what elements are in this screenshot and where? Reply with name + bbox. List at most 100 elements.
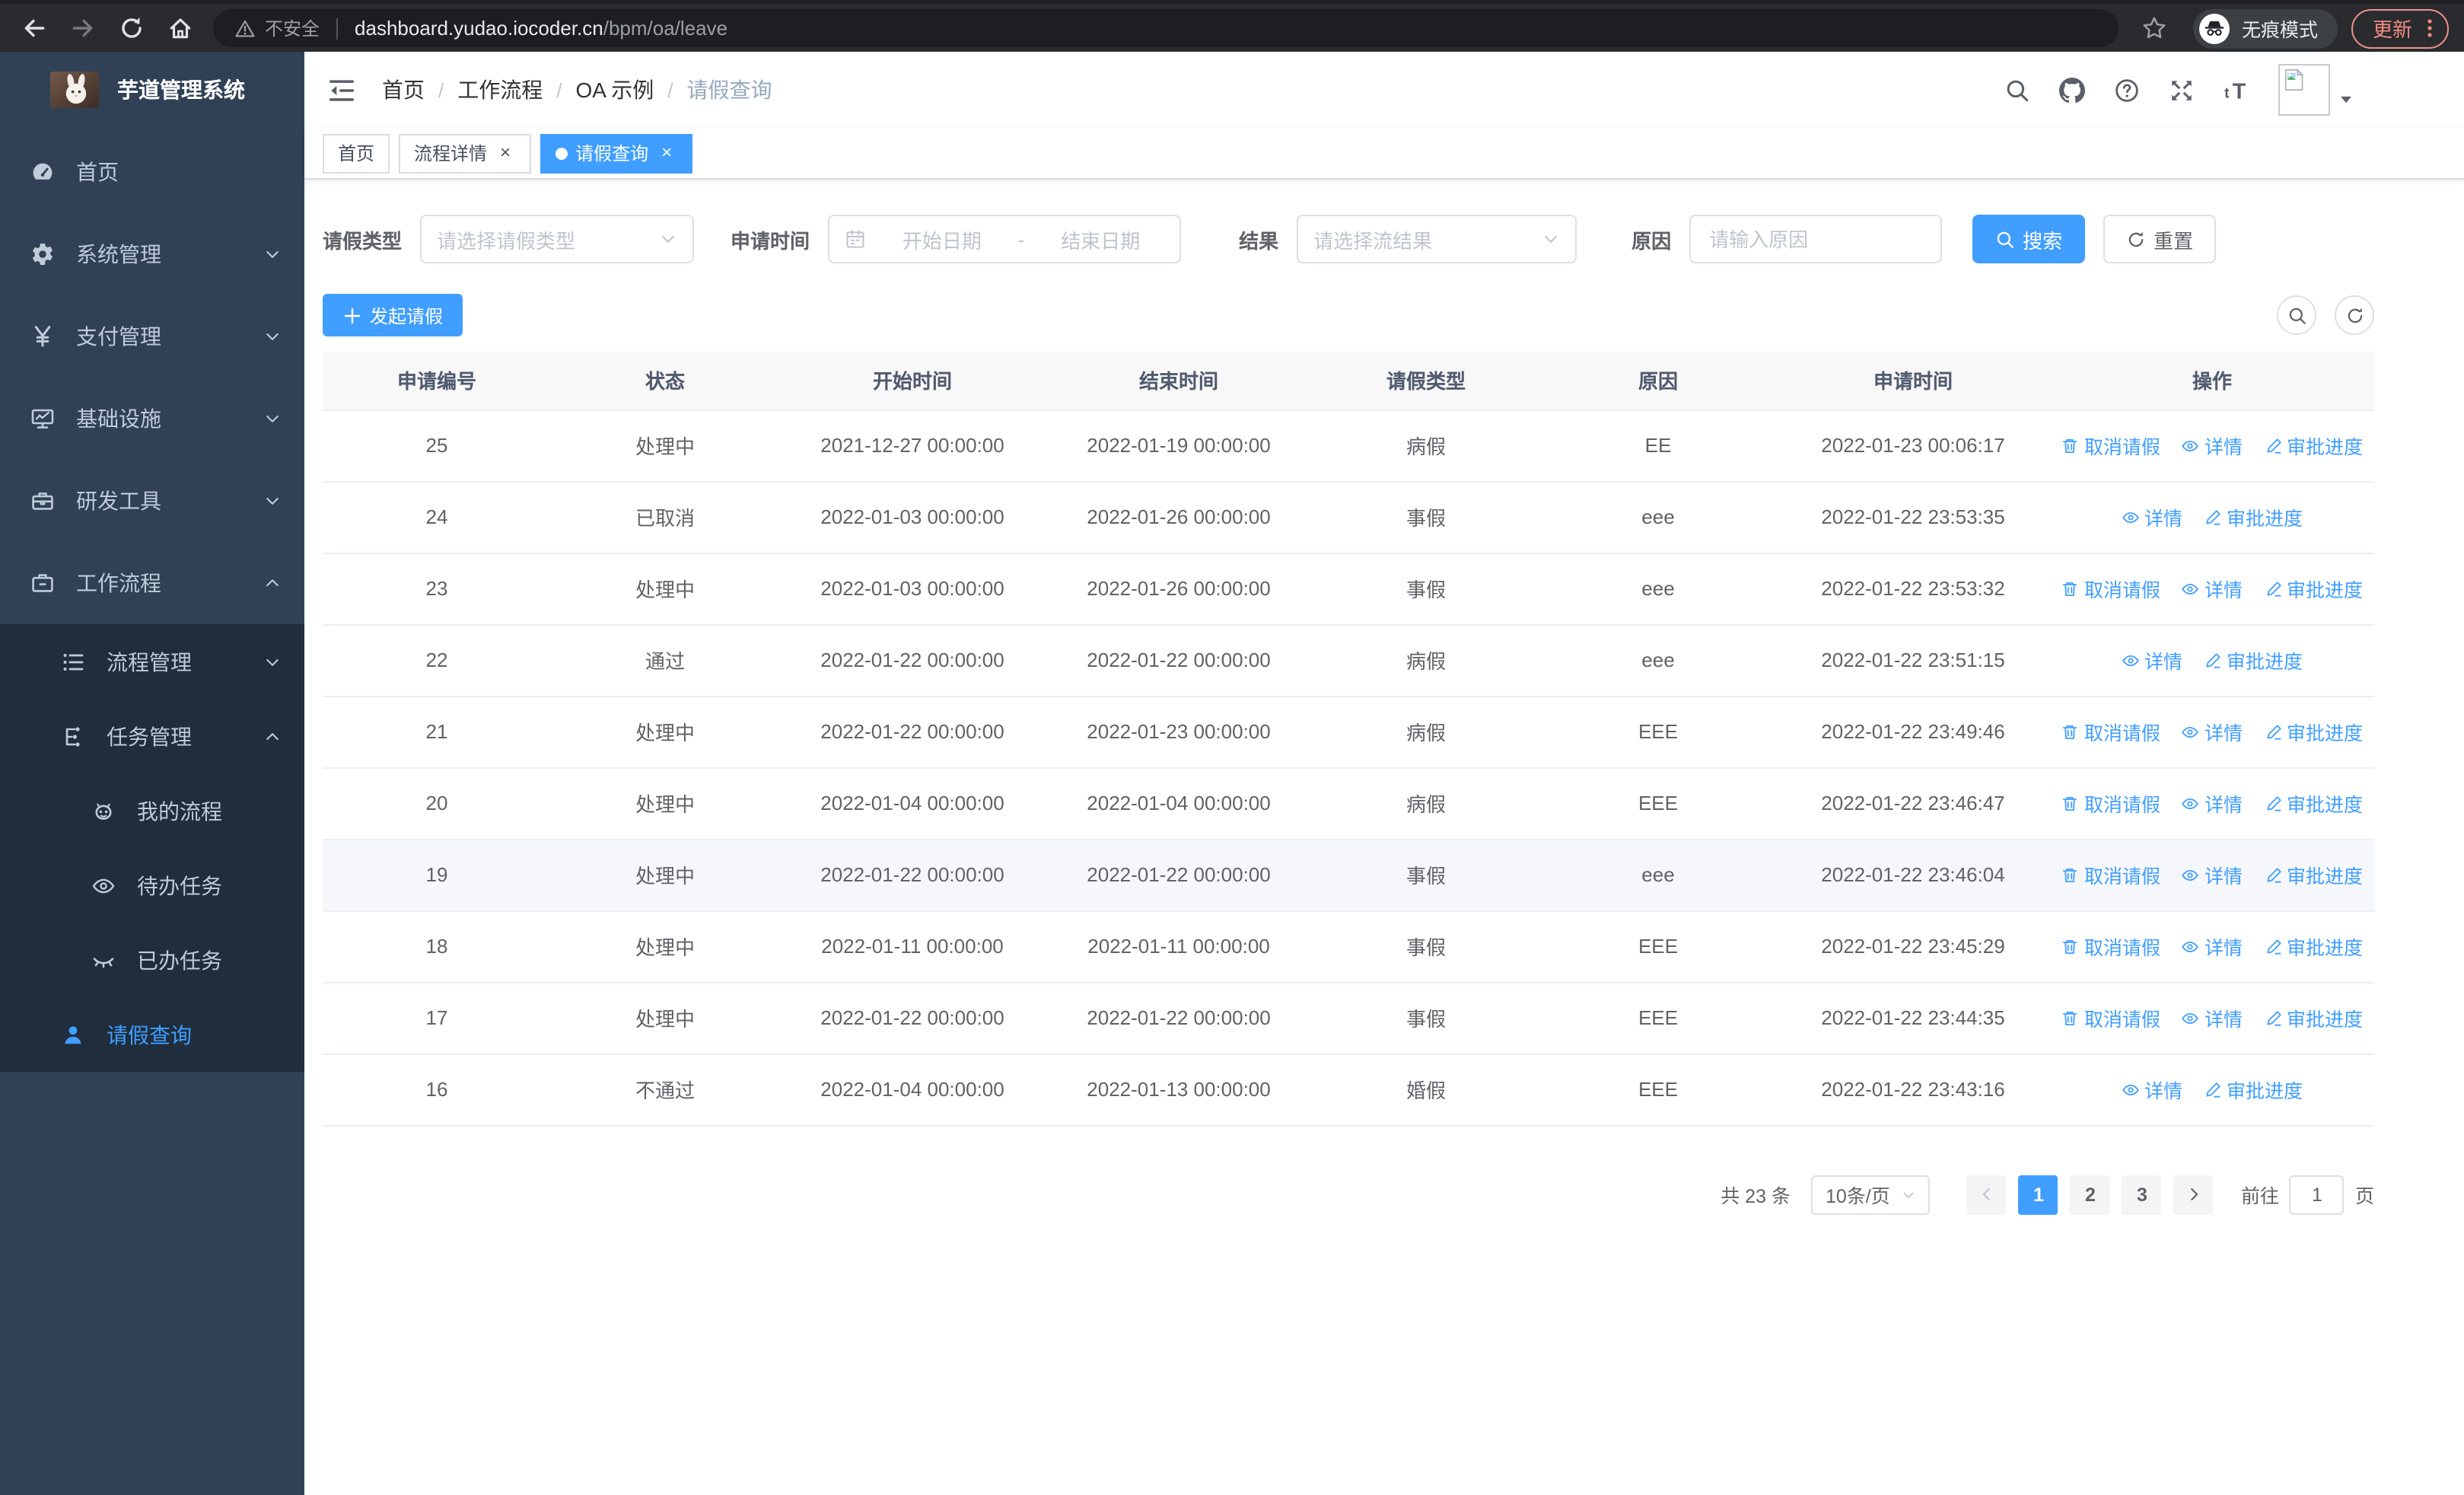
tab-请假查询[interactable]: 请假查询 × — [540, 133, 693, 173]
sidebar-item-工作流程[interactable]: 工作流程 — [0, 542, 304, 624]
create-leave-button[interactable]: 发起请假 — [323, 294, 463, 336]
browser-menu-dots-icon[interactable] — [2418, 17, 2441, 40]
cancel-action-link[interactable]: 取消请假 — [2061, 860, 2160, 889]
cell-end: 2022-01-22 00:00:00 — [1046, 839, 1312, 911]
tab-close-icon[interactable]: × — [656, 142, 677, 164]
header-search-icon[interactable] — [2004, 77, 2030, 103]
leave-type-select[interactable]: 请选择请假类型 — [420, 215, 695, 263]
sidebar-item-支付管理[interactable]: 支付管理 — [0, 295, 304, 378]
detail-action-link[interactable]: 详情 — [2182, 860, 2243, 889]
reason-input[interactable] — [1689, 215, 1943, 263]
next-page-button[interactable] — [2173, 1175, 2214, 1214]
detail-action-link[interactable]: 详情 — [2182, 789, 2243, 818]
search-button[interactable]: 搜索 — [1972, 215, 2086, 263]
home-icon — [167, 15, 193, 41]
help-icon[interactable] — [2114, 77, 2140, 103]
page-size-value: 10条/页 — [1825, 1186, 1890, 1207]
filter-form: 请假类型 请选择请假类型 申请时间 开始日期 - 结束日期 结果 请选择流结果 — [323, 215, 2374, 263]
tab-close-icon[interactable]: × — [495, 142, 516, 164]
sidebar-item-已办任务[interactable]: 已办任务 — [0, 923, 304, 997]
action-label: 取消请假 — [2084, 938, 2160, 959]
github-icon[interactable] — [2059, 77, 2085, 103]
progress-action-link[interactable]: 审批进度 — [2264, 431, 2363, 460]
action-label: 取消请假 — [2084, 437, 2160, 458]
detail-action-link[interactable]: 详情 — [2182, 717, 2243, 746]
progress-action-link[interactable]: 审批进度 — [2264, 932, 2363, 961]
detail-action-link[interactable]: 详情 — [2182, 574, 2243, 603]
breadcrumb-item[interactable]: 工作流程 — [457, 75, 543, 105]
progress-action-link[interactable]: 审批进度 — [2264, 1003, 2363, 1032]
user-avatar-menu[interactable] — [2278, 64, 2354, 116]
fullscreen-icon[interactable] — [2169, 77, 2195, 103]
tree-icon — [61, 724, 85, 748]
sidebar-item-基础设施[interactable]: 基础设施 — [0, 378, 304, 460]
browser-back-button[interactable] — [15, 10, 52, 46]
detail-action-link[interactable]: 详情 — [2182, 932, 2243, 961]
sidebar-collapse-icon[interactable] — [327, 75, 356, 104]
progress-action-link[interactable]: 审批进度 — [2264, 789, 2363, 818]
broken-image-icon — [2283, 69, 2306, 91]
address-bar[interactable]: 不安全 dashboard.yudao.iocoder.cn/bpm/oa/le… — [213, 9, 2119, 47]
action-label: 审批进度 — [2227, 1081, 2303, 1102]
breadcrumb-item[interactable]: OA 示例 — [576, 75, 654, 105]
progress-action-link[interactable]: 审批进度 — [2264, 717, 2363, 746]
tab-流程详情[interactable]: 流程详情 × — [399, 133, 532, 173]
browser-home-button[interactable] — [161, 10, 198, 46]
sidebar-item-请假查询[interactable]: 请假查询 — [0, 997, 304, 1072]
cell-status: 不通过 — [551, 1054, 779, 1126]
cancel-action-link[interactable]: 取消请假 — [2061, 932, 2160, 961]
toggle-search-button[interactable] — [2277, 295, 2316, 335]
browser-update-button[interactable]: 更新 — [2351, 8, 2449, 48]
progress-action-link[interactable]: 审批进度 — [2204, 1075, 2303, 1104]
sidebar-item-首页[interactable]: 首页 — [0, 131, 304, 213]
bookmark-button[interactable] — [2137, 10, 2173, 46]
sidebar-item-流程管理[interactable]: 流程管理 — [0, 624, 304, 699]
page-button-2[interactable]: 2 — [2070, 1175, 2110, 1214]
detail-action-link[interactable]: 详情 — [2122, 1075, 2182, 1104]
apply-time-range-picker[interactable]: 开始日期 - 结束日期 — [828, 215, 1182, 263]
cell-reason: eee — [1540, 839, 1776, 911]
detail-action-link[interactable]: 详情 — [2122, 645, 2182, 674]
cancel-action-link[interactable]: 取消请假 — [2061, 431, 2160, 460]
sidebar-item-待办任务[interactable]: 待办任务 — [0, 848, 304, 923]
result-select[interactable]: 请选择流结果 — [1297, 215, 1577, 263]
cancel-action-link[interactable]: 取消请假 — [2061, 574, 2160, 603]
refresh-table-button[interactable] — [2335, 295, 2374, 335]
progress-action-link[interactable]: 审批进度 — [2204, 502, 2303, 531]
reset-button[interactable]: 重置 — [2103, 215, 2217, 263]
column-header-申请时间: 申请时间 — [1776, 352, 2050, 410]
user-icon — [61, 1022, 85, 1047]
prev-page-button[interactable] — [1966, 1175, 2007, 1214]
progress-action-link[interactable]: 审批进度 — [2264, 574, 2363, 603]
app-logo[interactable]: 芋道管理系统 — [0, 52, 304, 128]
page-content: 请假类型 请选择请假类型 申请时间 开始日期 - 结束日期 结果 请选择流结果 — [304, 215, 2464, 1214]
detail-action-link[interactable]: 详情 — [2182, 1003, 2243, 1032]
progress-action-link[interactable]: 审批进度 — [2204, 645, 2303, 674]
sidebar-item-研发工具[interactable]: 研发工具 — [0, 460, 304, 542]
breadcrumb-item[interactable]: 首页 — [382, 75, 425, 105]
cell-id: 23 — [323, 553, 551, 625]
page-size-select[interactable]: 10条/页 — [1811, 1175, 1931, 1214]
page-button-1[interactable]: 1 — [2018, 1175, 2058, 1214]
action-label: 详情 — [2144, 1081, 2182, 1102]
cancel-action-link[interactable]: 取消请假 — [2061, 789, 2160, 818]
detail-action-link[interactable]: 详情 — [2182, 431, 2243, 460]
detail-action-link[interactable]: 详情 — [2122, 502, 2182, 531]
cancel-action-link[interactable]: 取消请假 — [2061, 1003, 2160, 1032]
progress-action-link[interactable]: 审批进度 — [2264, 860, 2363, 889]
tab-首页[interactable]: 首页 — [323, 133, 390, 173]
sidebar-item-任务管理[interactable]: 任务管理 — [0, 699, 304, 773]
browser-forward-button[interactable] — [64, 10, 100, 46]
page-button-3[interactable]: 3 — [2122, 1175, 2162, 1214]
cancel-action-link[interactable]: 取消请假 — [2061, 717, 2160, 746]
goto-page-input[interactable] — [2289, 1175, 2345, 1214]
pen-icon — [2204, 651, 2222, 669]
cell-type: 事假 — [1312, 839, 1540, 911]
sidebar-item-系统管理[interactable]: 系统管理 — [0, 213, 304, 295]
font-size-icon[interactable]: tT — [2224, 77, 2249, 103]
cell-status: 处理中 — [551, 410, 779, 482]
sidebar-item-我的流程[interactable]: 我的流程 — [0, 773, 304, 848]
incognito-label: 无痕模式 — [2241, 20, 2318, 41]
browser-reload-button[interactable] — [113, 10, 149, 46]
navbar-actions: tT — [2004, 52, 2354, 128]
